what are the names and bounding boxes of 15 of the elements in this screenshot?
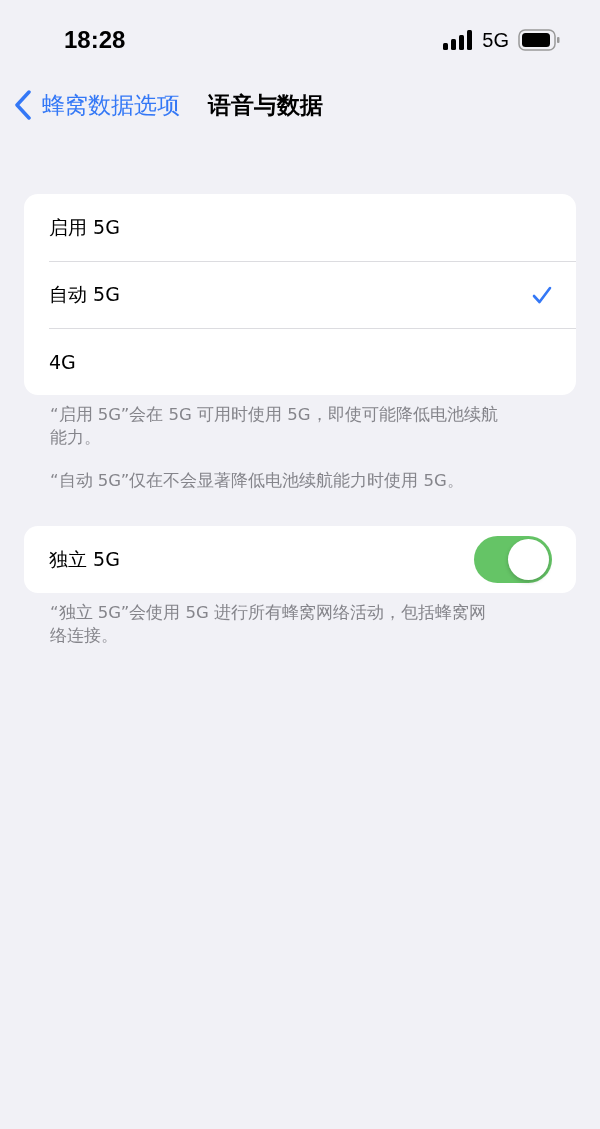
option-row[interactable]: 4G <box>24 328 576 395</box>
setting-label: 独立 5G <box>49 546 120 572</box>
option-row[interactable]: 启用 5G <box>24 194 576 261</box>
footer-note: “独立 5G”会使用 5G 进行所有蜂窝网络活动，包括蜂窝网络连接。 <box>49 602 488 647</box>
signal-icon <box>443 30 474 50</box>
network-label: 5G <box>482 28 509 52</box>
footer-note: “自动 5G”仅在不会显著降低电池续航能力时使用 5G。 <box>49 470 465 492</box>
option-row[interactable]: 自动 5G <box>24 261 576 328</box>
battery-icon <box>518 29 560 51</box>
back-chevron-icon <box>14 90 32 120</box>
toggle-switch[interactable] <box>474 536 552 583</box>
status-time: 18:28 <box>64 26 126 54</box>
footer-note: “启用 5G”会在 5G 可用时使用 5G，即使可能降低电池续航能力。 <box>49 404 499 449</box>
page-title: 语音与数据 <box>208 90 323 120</box>
back-button[interactable]: 蜂窝数据选项 <box>14 89 180 121</box>
